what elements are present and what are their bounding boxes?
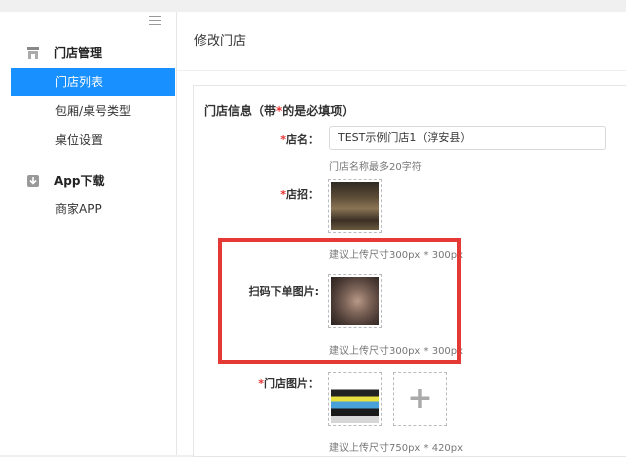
name-label: *店名： bbox=[280, 133, 319, 146]
store-name-input[interactable]: TEST示例门店1（淳安县） bbox=[329, 126, 606, 150]
main-content: 修改门店 门店信息（带*的是必填项） *店名： TEST示例门店1（淳安县） 门… bbox=[177, 12, 626, 457]
plus-icon: + bbox=[407, 381, 433, 416]
qr-order-label: 扫码下单图片: bbox=[248, 285, 319, 298]
photos-label: *门店图片： bbox=[258, 377, 319, 390]
store-info-panel: 门店信息（带*的是必填项） *店名： TEST示例门店1（淳安县） 门店名称最多… bbox=[193, 85, 626, 457]
qr-order-image[interactable] bbox=[328, 274, 382, 328]
store-sign-image[interactable] bbox=[328, 179, 382, 233]
sidebar-item-room-table-type[interactable]: 包厢/桌号类型 bbox=[0, 97, 175, 125]
add-photo-button[interactable]: + bbox=[393, 372, 447, 426]
sign-label: *店招： bbox=[280, 188, 319, 201]
title-divider bbox=[177, 70, 626, 71]
qr-order-photo bbox=[331, 277, 379, 325]
sign-hint: 建议上传尺寸300px * 300px bbox=[329, 250, 464, 261]
photos-hint: 建议上传尺寸750px * 420px bbox=[329, 443, 464, 454]
sidebar-section-store: 门店管理 bbox=[26, 44, 102, 61]
store-icon bbox=[26, 46, 40, 60]
download-icon bbox=[26, 174, 40, 188]
store-sign-photo bbox=[331, 182, 379, 230]
store-photo-image[interactable] bbox=[328, 372, 382, 426]
top-bar bbox=[0, 0, 626, 12]
page-title: 修改门店 bbox=[194, 34, 247, 49]
sidebar-item-store-list[interactable]: 门店列表 bbox=[11, 68, 175, 96]
menu-toggle-icon[interactable] bbox=[149, 16, 161, 26]
sidebar-section-app: App下载 bbox=[26, 172, 104, 189]
qr-hint: 建议上传尺寸300px * 300px bbox=[329, 346, 464, 357]
name-hint: 门店名称最多20字符 bbox=[329, 162, 422, 173]
sidebar-item-seat-settings[interactable]: 桌位设置 bbox=[0, 126, 175, 154]
sidebar-section-label: 门店管理 bbox=[54, 46, 103, 60]
sidebar-item-merchant-app[interactable]: 商家APP bbox=[0, 195, 175, 223]
sidebar: 门店管理 门店列表 包厢/桌号类型 桌位设置 App下载 商家APP bbox=[0, 12, 177, 455]
panel-heading: 门店信息（带*的是必填项） bbox=[204, 104, 355, 118]
store-photo bbox=[331, 375, 379, 423]
sidebar-section-label: App下载 bbox=[54, 174, 105, 188]
